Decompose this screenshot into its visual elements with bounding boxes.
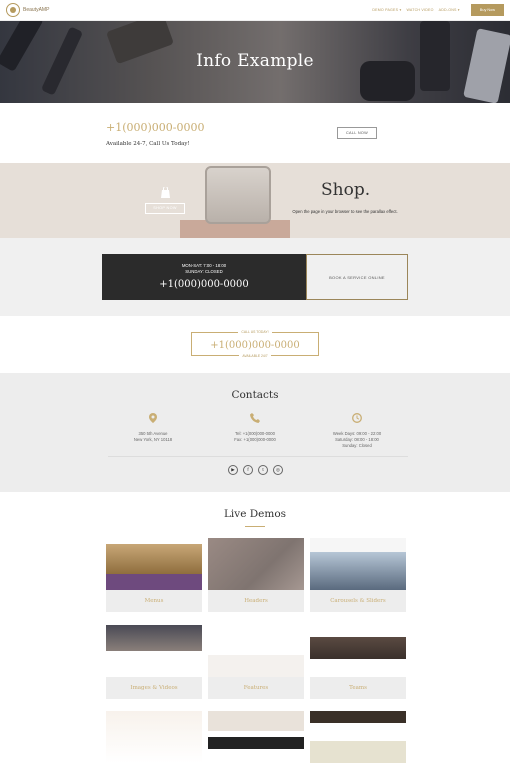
demo-thumbnail <box>310 538 406 590</box>
shop-title: Shop. <box>321 180 371 200</box>
title-underline <box>245 526 265 527</box>
demo-card-carousels[interactable]: Carousels & Sliders <box>310 538 406 612</box>
call-today-label: CALL US TODAY! <box>238 330 272 334</box>
book-service-button[interactable]: BOOK A SERVICE ONLINE <box>306 254 408 300</box>
demo-caption: Teams <box>310 677 406 699</box>
instagram-icon[interactable]: ◎ <box>273 465 283 475</box>
nav-item-add-ons[interactable]: ADD-ONS ▾ <box>439 8 460 12</box>
demo-thumbnail <box>106 538 202 590</box>
facebook-icon[interactable]: f <box>243 465 253 475</box>
nav-item-watch-video[interactable]: WATCH VIDEO <box>406 8 433 12</box>
call-today-box: CALL US TODAY! +1(000)000-0000 AVAILABLE… <box>191 330 319 358</box>
phone-block: Tel: +1(000)000-0000 Fax: +1(000)000-000… <box>210 413 300 443</box>
demo-card[interactable] <box>208 711 304 763</box>
demo-thumbnail <box>208 625 304 677</box>
map-pin-icon <box>108 413 198 425</box>
hero-title: Info Example <box>196 51 314 71</box>
booking-phone[interactable]: +1(000)000-0000 <box>102 279 306 290</box>
demo-thumbnail <box>208 711 304 763</box>
address-line: 350 5th Avenue <box>138 431 168 436</box>
demo-thumbnail <box>208 538 304 590</box>
address-block: 350 5th Avenue New York, NY 10118 <box>108 413 198 443</box>
demo-card-headers[interactable]: Headers <box>208 538 304 612</box>
demo-caption: Headers <box>208 590 304 612</box>
main-nav: DEMO PAGES ▾ WATCH VIDEO ADD-ONS ▾ Buy N… <box>372 4 504 16</box>
availability-text: Available 24-7, Call Us Today! <box>106 141 190 147</box>
demo-card-images-videos[interactable]: Images & Videos <box>106 625 202 699</box>
hours-sunday: SUNDAY: CLOSED <box>185 268 223 274</box>
shop-subtitle: Open the page in your browser to see the… <box>292 209 398 214</box>
demo-card[interactable] <box>310 711 406 763</box>
contacts-section: Contacts 350 5th Avenue New York, NY 101… <box>0 373 510 492</box>
hours-block: Week Days: 09:00 - 22:00 Saturday: 08:00… <box>312 413 402 449</box>
demo-caption: Carousels & Sliders <box>310 590 406 612</box>
demo-caption: Menus <box>106 590 202 612</box>
site-header: BeautyAMP DEMO PAGES ▾ WATCH VIDEO ADD-O… <box>0 0 510 21</box>
demo-thumbnail <box>310 711 406 763</box>
shopping-bag-icon <box>159 185 172 198</box>
twitter-icon[interactable]: t <box>258 465 268 475</box>
live-demos-section: Live Demos Menus Headers Carousels & Sli… <box>0 492 510 765</box>
demo-card[interactable] <box>106 711 202 763</box>
buy-now-button[interactable]: Buy Now <box>470 4 504 16</box>
demo-thumbnail <box>310 625 406 677</box>
booking-section: MON-SAT: 7:00 - 18:00 SUNDAY: CLOSED +1(0… <box>0 238 510 316</box>
hours-weekdays: MON-SAT: 7:00 - 18:00 <box>181 263 227 268</box>
call-now-button[interactable]: CALL NOW <box>337 127 377 139</box>
address-line: New York, NY 10118 <box>133 437 173 442</box>
demo-caption: Images & Videos <box>106 677 202 699</box>
hours-panel: MON-SAT: 7:00 - 18:00 SUNDAY: CLOSED +1(0… <box>102 254 306 300</box>
demo-card-menus[interactable]: Menus <box>106 538 202 612</box>
demo-card-teams[interactable]: Teams <box>310 625 406 699</box>
hero-banner: Info Example <box>0 21 510 103</box>
call-today-section: CALL US TODAY! +1(000)000-0000 AVAILABLE… <box>0 316 510 373</box>
hours-line: Saturday: 08:00 - 18:00 <box>335 437 379 442</box>
shop-section: SHOP NOW Shop. Open the page in your bro… <box>0 163 510 238</box>
contacts-title: Contacts <box>231 389 279 401</box>
logo-icon[interactable] <box>6 3 20 17</box>
live-demos-title: Live Demos <box>223 508 287 520</box>
phone-number[interactable]: +1(000)000-0000 <box>106 121 205 134</box>
brand-name[interactable]: BeautyAMP <box>23 7 49 13</box>
demo-thumbnail <box>106 711 202 763</box>
phone-icon <box>210 413 300 425</box>
hours-line: Week Days: 09:00 - 22:00 <box>332 431 382 436</box>
fax-line: Fax: +1(000)000-0000 <box>234 437 276 442</box>
available-label: AVAILABLE 24/7 <box>239 354 271 358</box>
tel-line[interactable]: Tel: +1(000)000-0000 <box>235 431 275 436</box>
demo-card-features[interactable]: Features <box>208 625 304 699</box>
nav-item-demo-pages[interactable]: DEMO PAGES ▾ <box>372 8 401 12</box>
perfume-bottle-image <box>205 166 271 224</box>
demo-caption: Features <box>208 677 304 699</box>
divider <box>108 456 408 457</box>
youtube-icon[interactable]: ▶ <box>228 465 238 475</box>
demo-thumbnail <box>106 625 202 677</box>
clock-icon <box>312 413 402 425</box>
hours-line: Sunday: Closed <box>342 443 372 448</box>
call-today-phone[interactable]: +1(000)000-0000 <box>192 340 318 351</box>
call-section: +1(000)000-0000 Available 24-7, Call Us … <box>0 103 510 163</box>
shop-now-button[interactable]: SHOP NOW <box>145 203 185 214</box>
